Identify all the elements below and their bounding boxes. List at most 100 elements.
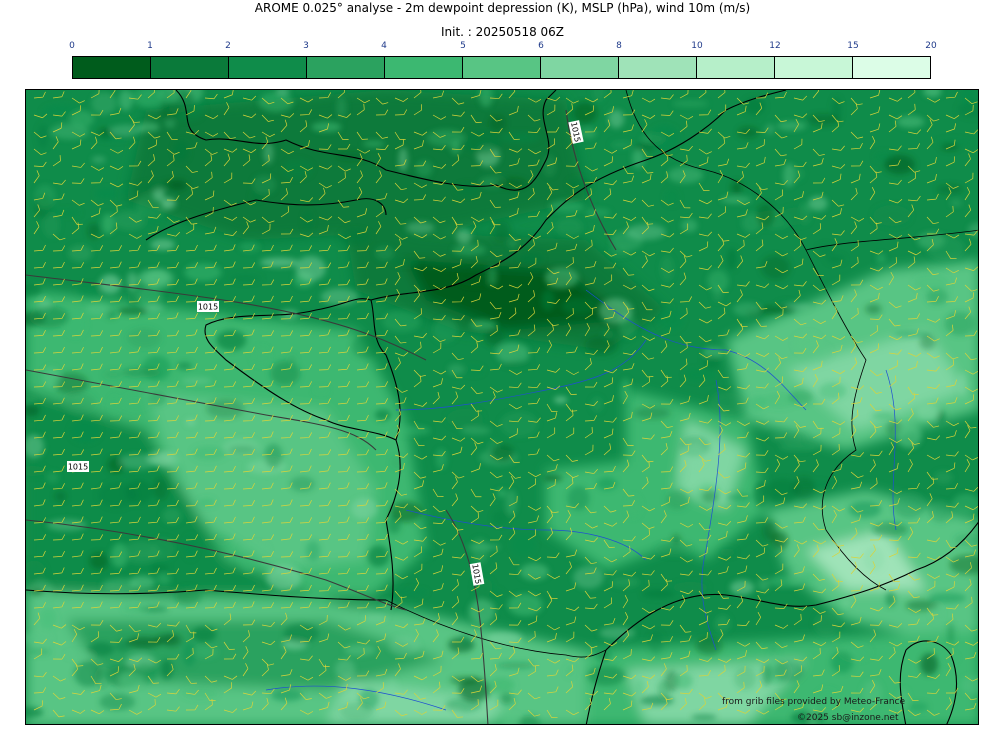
terrain-patch	[363, 140, 385, 147]
terrain-patch	[501, 132, 540, 143]
terrain-patch	[896, 116, 925, 128]
terrain-patch	[796, 572, 818, 584]
terrain-patch	[830, 651, 854, 674]
terrain-patch	[510, 533, 536, 557]
tick-label: 5	[460, 41, 466, 51]
tick-label: 10	[691, 41, 703, 51]
terrain-patch	[928, 592, 967, 604]
terrain-patch	[679, 444, 707, 468]
terrain-patch	[313, 387, 329, 394]
terrain-patch	[496, 662, 536, 669]
terrain-patch	[161, 180, 183, 188]
terrain-patch	[375, 246, 395, 261]
tick-label: 12	[769, 41, 781, 51]
terrain-patch	[320, 288, 359, 305]
isobar-label-text: 1015	[198, 303, 218, 312]
terrain-patch	[952, 493, 978, 515]
terrain-patch	[490, 444, 515, 462]
terrain-patch	[770, 431, 807, 443]
colorbar	[72, 56, 931, 79]
colorbar-swatch	[463, 57, 541, 78]
terrain-patch	[941, 653, 958, 663]
terrain-patch	[258, 92, 294, 112]
terrain-patch	[863, 545, 885, 572]
terrain-patch	[761, 663, 773, 686]
terrain-patch	[27, 648, 51, 656]
terrain-patch	[520, 563, 549, 581]
tick-label: 8	[616, 41, 622, 51]
colorbar-swatch	[619, 57, 697, 78]
terrain-patch	[374, 409, 392, 421]
terrain-patch	[68, 245, 93, 262]
terrain-patch	[152, 477, 169, 501]
terrain-patch	[109, 396, 119, 414]
terrain-patch	[138, 269, 169, 287]
terrain-patch	[573, 566, 604, 589]
terrain-patch	[568, 178, 593, 190]
terrain-patch	[756, 203, 775, 228]
terrain-patch	[848, 501, 882, 518]
terrain-patch	[192, 445, 227, 461]
tick-label: 3	[303, 41, 309, 51]
terrain-patch	[154, 633, 178, 645]
terrain-patch	[957, 372, 967, 396]
terrain-patch	[673, 672, 693, 689]
terrain-patch	[555, 217, 583, 237]
terrain-patch	[780, 207, 809, 226]
terrain-patch	[160, 659, 174, 680]
terrain-patch	[54, 491, 67, 502]
terrain-patch	[222, 438, 260, 456]
terrain-patch	[344, 644, 376, 656]
terrain-patch	[916, 404, 939, 420]
terrain-patch	[388, 636, 420, 657]
terrain-patch	[549, 200, 584, 213]
terrain-patch	[840, 599, 852, 607]
terrain-patch	[507, 593, 543, 616]
terrain-patch	[931, 603, 942, 624]
terrain-patch	[289, 476, 316, 492]
terrain-patch	[826, 254, 845, 264]
terrain-patch	[587, 665, 626, 686]
terrain-patch	[726, 494, 752, 501]
terrain-patch	[884, 154, 915, 175]
terrain-patch	[150, 239, 175, 251]
copyright-credit: ©2025 sb@inzone.net	[797, 713, 899, 723]
terrain-patch	[642, 589, 675, 599]
terrain-patch	[467, 543, 501, 551]
terrain-patch	[119, 90, 133, 111]
terrain-patch	[634, 406, 671, 419]
terrain-patch	[598, 298, 633, 324]
colorbar-swatch	[853, 57, 930, 78]
tick-label: 2	[225, 41, 231, 51]
terrain-patch	[288, 354, 297, 370]
terrain-patch	[519, 253, 543, 266]
colorbar-swatch	[697, 57, 775, 78]
terrain-patch	[471, 538, 489, 565]
terrain-patch	[39, 608, 57, 630]
terrain-patch	[486, 631, 523, 645]
terrain-patch	[626, 224, 666, 240]
terrain-patch	[784, 166, 804, 182]
terrain-patch	[394, 589, 428, 596]
terrain-patch	[390, 501, 422, 523]
colorbar-swatch	[151, 57, 229, 78]
terrain-patch	[788, 389, 813, 405]
terrain-patch	[919, 334, 936, 350]
terrain-patch	[667, 166, 704, 184]
terrain-patch	[719, 548, 736, 557]
terrain-patch	[765, 124, 775, 135]
terrain-patch	[192, 645, 219, 659]
terrain-patch	[773, 661, 804, 682]
terrain-patch	[542, 154, 557, 177]
terrain-patch	[814, 612, 839, 636]
colorbar-ticks: 0 1 2 3 4 5 6 8 10 12 15 20	[0, 41, 1005, 53]
terrain-patch	[180, 377, 212, 385]
terrain-patch	[240, 542, 270, 557]
terrain-patch	[453, 244, 486, 256]
terrain-patch	[144, 304, 165, 311]
terrain-patch	[683, 368, 716, 381]
terrain-patch	[87, 223, 101, 240]
terrain-patch	[591, 397, 603, 412]
weather-map: 1015 1015 1015 1015	[25, 89, 979, 725]
terrain-patch	[639, 695, 675, 706]
